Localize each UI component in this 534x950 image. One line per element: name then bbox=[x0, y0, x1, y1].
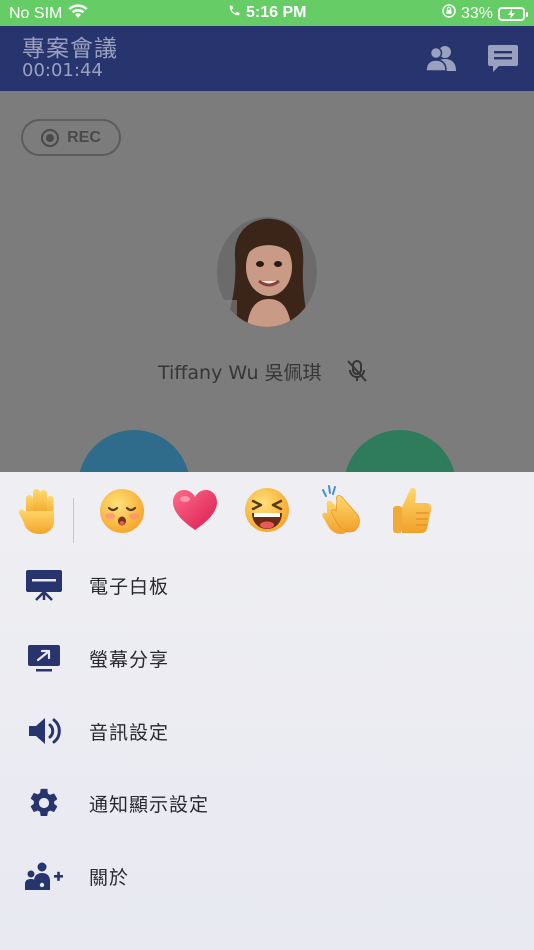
laughing-face-icon[interactable] bbox=[241, 482, 293, 538]
menu-item-about[interactable]: 關於 bbox=[0, 844, 534, 908]
thumbs-up-icon[interactable] bbox=[386, 482, 438, 538]
reaction-bar bbox=[0, 482, 534, 552]
mic-muted-icon bbox=[346, 359, 368, 387]
menu-label-about: 關於 bbox=[89, 866, 130, 889]
gear-icon bbox=[24, 783, 64, 823]
actions-sheet: 電子白板 螢幕分享 音訊設定 通知顯示設定 關於 bbox=[0, 472, 534, 950]
speaker-icon bbox=[24, 711, 64, 751]
heart-icon[interactable] bbox=[169, 482, 221, 538]
raised-hand-icon[interactable] bbox=[13, 482, 65, 538]
reaction-divider bbox=[73, 498, 74, 543]
whiteboard-icon bbox=[24, 565, 64, 605]
battery-icon bbox=[498, 6, 528, 21]
menu-label-notification-settings: 通知顯示設定 bbox=[89, 793, 210, 816]
clapping-hands-icon[interactable] bbox=[316, 482, 368, 538]
clock-time: 5:16 PM bbox=[246, 4, 307, 21]
meeting-title: 專案會議 bbox=[22, 36, 118, 62]
carrier-label: No SIM bbox=[9, 5, 63, 22]
status-center: 5:16 PM bbox=[228, 4, 306, 22]
relieved-face-icon[interactable] bbox=[96, 482, 148, 538]
menu-item-screen-share[interactable]: 螢幕分享 bbox=[0, 626, 534, 690]
record-button[interactable]: REC bbox=[21, 119, 121, 156]
meeting-header: 專案會議 00:01:44 bbox=[0, 26, 534, 91]
chat-icon[interactable] bbox=[487, 44, 519, 78]
menu-label-audio-settings: 音訊設定 bbox=[89, 721, 170, 744]
orientation-lock-icon bbox=[442, 4, 456, 23]
status-left: No SIM bbox=[9, 4, 88, 24]
meeting-timer: 00:01:44 bbox=[22, 60, 103, 81]
menu-item-audio-settings[interactable]: 音訊設定 bbox=[0, 699, 534, 763]
participants-icon[interactable] bbox=[425, 44, 457, 76]
status-bar: No SIM 5:16 PM 33% bbox=[0, 0, 534, 26]
people-add-icon bbox=[24, 856, 64, 896]
screen-share-icon bbox=[24, 638, 64, 678]
meeting-content: REC Tiffany Wu 吳佩琪 bbox=[0, 91, 534, 472]
mic-toggle-button[interactable] bbox=[344, 430, 456, 472]
menu-item-notification-settings[interactable]: 通知顯示設定 bbox=[0, 771, 534, 835]
avatar bbox=[217, 217, 317, 327]
status-right: 33% bbox=[442, 4, 528, 23]
phone-icon bbox=[228, 4, 241, 22]
record-label: REC bbox=[67, 128, 101, 146]
menu-item-whiteboard[interactable]: 電子白板 bbox=[0, 553, 534, 617]
record-icon bbox=[41, 128, 60, 147]
menu-label-screen-share: 螢幕分享 bbox=[89, 648, 170, 671]
battery-percent: 33% bbox=[460, 4, 493, 22]
menu-label-whiteboard: 電子白板 bbox=[89, 575, 170, 598]
wifi-icon bbox=[68, 4, 88, 24]
participant-name: Tiffany Wu 吳佩琪 bbox=[158, 362, 322, 384]
camera-toggle-button[interactable] bbox=[78, 430, 190, 472]
